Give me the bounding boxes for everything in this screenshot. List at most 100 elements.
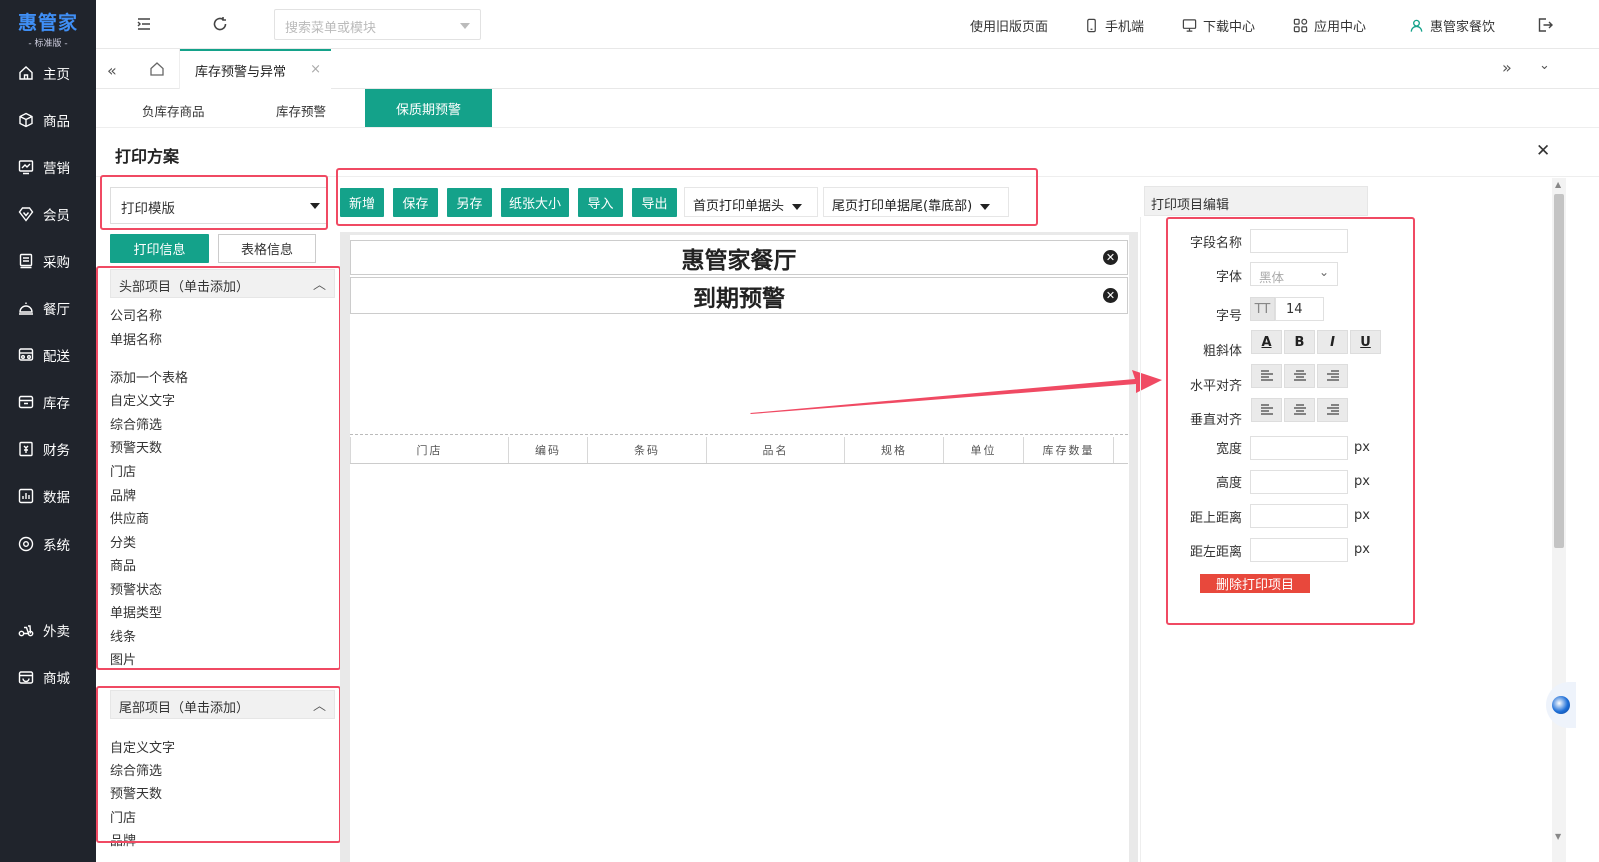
bold-button[interactable]: B (1284, 330, 1315, 354)
tab-close-icon[interactable]: × (310, 62, 321, 77)
download-center-link[interactable]: 下载中心 (1182, 16, 1255, 35)
font-select[interactable]: 黑体 ⌄ (1250, 262, 1338, 286)
height-input[interactable] (1250, 470, 1348, 494)
footer-items-panel-title[interactable]: 尾部项目（单击添加） ︿ (110, 690, 335, 719)
list-item[interactable]: 图片 (110, 649, 136, 668)
remove-item-icon[interactable]: ✕ (1103, 250, 1118, 265)
font-size-input[interactable]: 14 (1275, 297, 1324, 321)
list-item[interactable]: 预警天数 (110, 783, 162, 802)
nav-item-takeout[interactable]: 外卖 (0, 615, 96, 645)
font-color-button[interactable]: A (1251, 330, 1282, 354)
canvas-company-name[interactable]: 惠管家餐厅 ✕ (350, 240, 1128, 275)
top-distance-input[interactable] (1250, 504, 1348, 528)
nav-item-mall[interactable]: 商城 (0, 662, 96, 692)
template-select[interactable]: 打印模版 (110, 187, 327, 224)
subtab-negative-stock[interactable]: 负库存商品 (142, 101, 205, 120)
nav-item-marketing[interactable]: 营销 (0, 152, 96, 182)
align-center-icon[interactable] (1284, 364, 1315, 388)
table-column-header[interactable]: 库存数量 (1024, 437, 1114, 463)
scrollbar-thumb[interactable] (1554, 194, 1564, 548)
export-button[interactable]: 导出 (632, 188, 677, 217)
table-column-header[interactable]: 编码 (509, 437, 588, 463)
dialog-close-icon[interactable]: ✕ (1536, 141, 1550, 161)
nav-item-goods[interactable]: 商品 (0, 105, 96, 135)
nav-item-member[interactable]: 会员 (0, 199, 96, 229)
list-item[interactable]: 商品 (110, 555, 136, 574)
subtab-stock-alert[interactable]: 库存预警 (276, 101, 326, 120)
paper-size-button[interactable]: 纸张大小 (501, 188, 569, 217)
save-button[interactable]: 保存 (393, 188, 438, 217)
nav-item-delivery[interactable]: 配送 (0, 340, 96, 370)
table-column-header[interactable]: 品名 (707, 437, 845, 463)
list-item[interactable]: 添加一个表格 (110, 367, 188, 386)
mobile-link[interactable]: 手机端 (1084, 16, 1144, 35)
chevron-up-icon[interactable]: ︿ (313, 274, 326, 293)
user-menu[interactable]: 惠管家餐饮 (1409, 16, 1495, 35)
underline-button[interactable]: U (1350, 330, 1381, 354)
list-item[interactable]: 分类 (110, 532, 136, 551)
table-column-header[interactable]: 门店 (350, 437, 509, 463)
nav-item-inventory[interactable]: 库存 (0, 387, 96, 417)
list-item[interactable]: 供应商 (110, 508, 149, 527)
width-input[interactable] (1250, 436, 1348, 460)
list-item[interactable]: 综合筛选 (110, 760, 162, 779)
save-as-button[interactable]: 另存 (447, 188, 492, 217)
first-page-header-dropdown[interactable]: 首页打印单据头 (684, 187, 818, 217)
list-item[interactable]: 预警状态 (110, 579, 162, 598)
chevron-up-icon[interactable]: ︿ (313, 695, 326, 714)
list-item[interactable]: 单据类型 (110, 602, 162, 621)
field-name-input[interactable] (1250, 229, 1348, 253)
list-item[interactable]: 品牌 (110, 485, 136, 504)
scroll-up-icon[interactable]: ▲ (1555, 180, 1561, 189)
left-distance-input[interactable] (1250, 538, 1348, 562)
list-item[interactable]: 综合筛选 (110, 414, 162, 433)
nav-item-home[interactable]: 主页 (0, 58, 96, 88)
valign-bottom-icon[interactable] (1317, 398, 1348, 422)
list-item[interactable]: 线条 (110, 626, 136, 645)
list-item[interactable]: 自定义文字 (110, 737, 175, 756)
canvas-document-name[interactable]: 到期预警 ✕ (350, 277, 1128, 314)
tab-print-info[interactable]: 打印信息 (110, 234, 209, 263)
import-button[interactable]: 导入 (578, 188, 623, 217)
double-chevron-right-icon[interactable]: » (1502, 58, 1512, 77)
valign-middle-icon[interactable] (1284, 398, 1315, 422)
double-chevron-left-icon[interactable]: « (107, 61, 117, 80)
last-page-footer-dropdown[interactable]: 尾页打印单据尾(靠底部) (823, 187, 1009, 217)
add-button[interactable]: 新增 (340, 188, 384, 217)
table-column-header[interactable]: 条码 (588, 437, 707, 463)
italic-button[interactable]: I (1317, 330, 1348, 354)
nav-item-data[interactable]: 数据 (0, 481, 96, 511)
subtab-expiry-alert[interactable]: 保质期预警 (365, 89, 492, 127)
list-item[interactable]: 门店 (110, 807, 136, 826)
menu-search-input[interactable]: 搜索菜单或模块 (274, 9, 481, 40)
nav-item-purchase[interactable]: 采购 (0, 246, 96, 276)
list-item[interactable]: 公司名称 (110, 305, 162, 324)
remove-item-icon[interactable]: ✕ (1103, 288, 1118, 303)
list-item[interactable]: 自定义文字 (110, 390, 175, 409)
menu-toggle-icon[interactable] (136, 16, 152, 36)
nav-item-finance[interactable]: 财务 (0, 434, 96, 464)
tab-inventory-alerts[interactable]: 库存预警与异常 × (180, 49, 331, 89)
table-column-header[interactable]: 单位 (944, 437, 1024, 463)
nav-item-system[interactable]: 系统 (0, 529, 96, 559)
table-column-header[interactable]: 规格 (845, 437, 944, 463)
refresh-icon[interactable] (212, 16, 228, 36)
home-tab[interactable] (134, 49, 180, 89)
app-center-link[interactable]: 应用中心 (1293, 16, 1366, 35)
delete-print-item-button[interactable]: 删除打印项目 (1200, 574, 1310, 593)
assistant-icon[interactable] (1546, 682, 1576, 728)
align-left-icon[interactable] (1251, 364, 1282, 388)
header-items-panel-title[interactable]: 头部项目（单击添加） ︿ (110, 269, 335, 298)
valign-top-icon[interactable] (1251, 398, 1282, 422)
list-item[interactable]: 单据名称 (110, 329, 162, 348)
nav-item-restaurant[interactable]: 餐厅 (0, 293, 96, 323)
list-item[interactable]: 预警天数 (110, 437, 162, 456)
tab-table-info[interactable]: 表格信息 (218, 234, 316, 263)
old-page-link[interactable]: 使用旧版页面 (970, 16, 1048, 35)
list-item[interactable]: 品牌 (110, 830, 136, 849)
list-item[interactable]: 门店 (110, 461, 136, 480)
scroll-down-icon[interactable]: ▼ (1555, 832, 1561, 841)
align-right-icon[interactable] (1317, 364, 1348, 388)
tab-menu-chevron-icon[interactable]: ⌄ (1539, 58, 1550, 73)
logout-icon[interactable] (1537, 17, 1553, 37)
